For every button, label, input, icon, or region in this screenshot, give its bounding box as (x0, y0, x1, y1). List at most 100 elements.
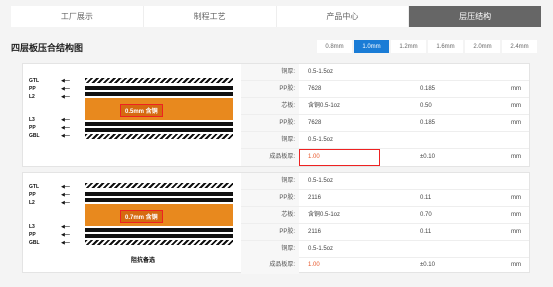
row-unit: mm (511, 120, 521, 126)
tab-factory[interactable]: 工厂展示 (11, 6, 144, 27)
row-value: 2116 (308, 229, 321, 235)
arrow-icon: ◀— (61, 192, 70, 198)
table-row: 芯板: 含铜0.5-1oz 0.70 mm (241, 207, 529, 224)
layer-label: GBL (29, 240, 40, 246)
layer-label: PP (29, 192, 36, 198)
row-key: PP胶: (241, 81, 299, 97)
arrow-icon: ◀— (61, 94, 70, 100)
layer-label: L3 (29, 117, 35, 123)
stackup-diagram: GTL ◀— PP ◀— L2 ◀— L3 ◀— PP ◀— GBL ◀— 0.… (23, 173, 239, 272)
row-unit: mm (511, 229, 521, 235)
row-number: ±0.10 (420, 262, 435, 268)
layer-label: GBL (29, 133, 40, 139)
tab-lamination[interactable]: 层压结构 (409, 6, 541, 27)
row-key: 芯板: (241, 98, 299, 114)
row-unit: mm (511, 103, 521, 109)
table-row-total: 成品板厚: 1.00 ±0.10 mm (241, 257, 529, 274)
table-row-total: 成品板厚: 1.00 ±0.10 mm (241, 149, 529, 166)
tab-process[interactable]: 制程工艺 (144, 6, 277, 27)
layer-label: L3 (29, 224, 35, 230)
stackup-table: 铜厚: 0.5-1.5oz PP胶: 7628 0.185 mm 芯板: 含铜0… (241, 64, 529, 166)
stackup-diagram: GTL ◀— PP ◀— L2 ◀— L3 ◀— PP ◀— GBL ◀— 0.… (23, 64, 239, 166)
row-number: 0.11 (420, 229, 432, 235)
table-row: 铜厚: 0.5-1.5oz (241, 241, 529, 258)
l2-layer (85, 198, 233, 202)
layer-label: L2 (29, 200, 35, 206)
layer-label: PP (29, 86, 36, 92)
row-value: 含铜0.5-1oz (308, 212, 341, 218)
diagram-caption: 阻抗备选 (131, 258, 156, 264)
pp-layer (85, 192, 233, 196)
l3-layer (85, 228, 233, 232)
table-row: 铜厚: 0.5-1.5oz (241, 64, 529, 81)
row-key: 铜厚: (241, 132, 299, 148)
thickness-option[interactable]: 1.0mm (354, 40, 389, 53)
thickness-option[interactable]: 2.0mm (465, 40, 500, 53)
tab-products[interactable]: 产品中心 (277, 6, 410, 27)
copper-hatch-top (85, 78, 233, 83)
row-value: 1.00 (308, 262, 320, 268)
row-number: 0.185 (420, 120, 436, 126)
row-value: 0.5-1.5oz (308, 246, 334, 252)
row-key: PP胶: (241, 190, 299, 206)
table-row: 铜厚: 0.5-1.5oz (241, 132, 529, 149)
stackup-card: GTL ◀— PP ◀— L2 ◀— L3 ◀— PP ◀— GBL ◀— 0.… (22, 63, 530, 167)
row-number: 0.50 (420, 103, 432, 109)
row-value: 0.5-1.5oz (308, 178, 334, 184)
thickness-option[interactable]: 2.4mm (502, 40, 537, 53)
arrow-icon: ◀— (61, 117, 70, 123)
row-value: 7628 (308, 120, 322, 126)
table-row: PP胶: 2116 0.11 mm (241, 190, 529, 207)
l3-layer (85, 122, 233, 126)
pp-layer (85, 86, 233, 90)
table-row: PP胶: 2116 0.11 mm (241, 224, 529, 241)
row-key: 铜厚: (241, 173, 299, 189)
layer-label: PP (29, 125, 36, 131)
stackup-table: 铜厚: 0.5-1.5oz PP胶: 2116 0.11 mm 芯板: 含铜0.… (241, 173, 529, 274)
row-number: 0.11 (420, 195, 432, 201)
copper-hatch-bottom (85, 134, 233, 139)
row-unit: mm (511, 262, 521, 268)
thickness-option[interactable]: 1.2mm (391, 40, 426, 53)
table-row: 芯板: 含铜0.5-1oz 0.50 mm (241, 98, 529, 115)
thickness-selector: 0.8mm 1.0mm 1.2mm 1.6mm 2.0mm 2.4mm (315, 40, 537, 53)
arrow-icon: ◀— (61, 224, 70, 230)
row-number: 0.185 (420, 86, 436, 92)
table-row: 铜厚: 0.5-1.5oz (241, 173, 529, 190)
row-value: 0.5-1.5oz (308, 69, 334, 75)
arrow-icon: ◀— (61, 240, 70, 246)
thickness-option[interactable]: 1.6mm (428, 40, 463, 53)
row-unit: mm (511, 154, 521, 160)
arrow-icon: ◀— (61, 86, 70, 92)
page-title: 四层板压合结构图 (11, 43, 84, 53)
row-key: PP胶: (241, 115, 299, 131)
thickness-option[interactable]: 0.8mm (317, 40, 352, 53)
pp-layer (85, 128, 233, 132)
copper-hatch-bottom (85, 240, 233, 245)
arrow-icon: ◀— (61, 200, 70, 206)
row-key: 成品板厚: (241, 257, 299, 274)
highlight-box (299, 149, 380, 166)
layer-label: GTL (29, 78, 39, 84)
row-key: 成品板厚: (241, 149, 299, 166)
row-key: 铜厚: (241, 241, 299, 257)
row-value: 0.5-1.5oz (308, 137, 334, 143)
layer-label: GTL (29, 184, 39, 190)
row-unit: mm (511, 86, 521, 92)
row-number: 0.70 (420, 212, 432, 218)
arrow-icon: ◀— (61, 133, 70, 139)
l2-layer (85, 92, 233, 96)
row-key: PP胶: (241, 224, 299, 240)
row-number: ±0.10 (420, 154, 435, 160)
row-value: 含铜0.5-1oz (308, 103, 341, 109)
arrow-icon: ◀— (61, 232, 70, 238)
arrow-icon: ◀— (61, 184, 70, 190)
row-unit: mm (511, 195, 521, 201)
core-label: 0.5mm 含铜 (120, 104, 163, 117)
layer-label: PP (29, 232, 36, 238)
table-row: PP胶: 7628 0.185 mm (241, 115, 529, 132)
pp-layer (85, 234, 233, 238)
arrow-icon: ◀— (61, 78, 70, 84)
row-unit: mm (511, 212, 521, 218)
arrow-icon: ◀— (61, 125, 70, 131)
